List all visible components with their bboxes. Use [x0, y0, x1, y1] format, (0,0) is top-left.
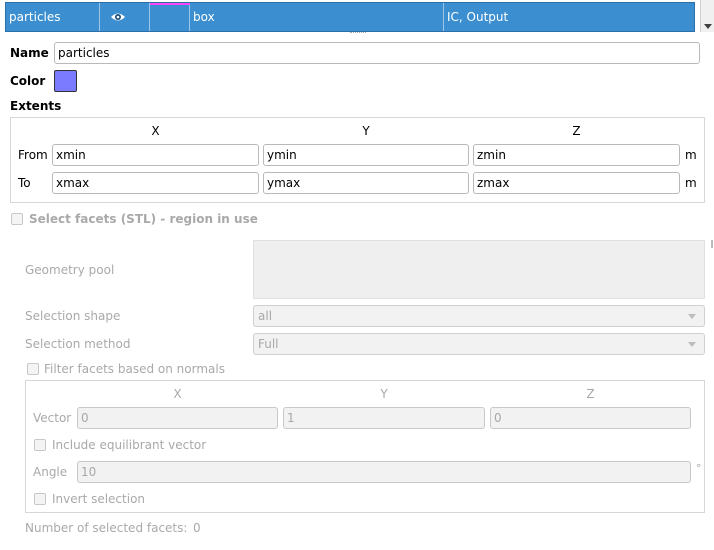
normal-axis-x-header: X: [173, 387, 182, 401]
normal-axis-z-header: Z: [586, 387, 595, 401]
chevron-down-icon: [688, 342, 696, 347]
to-label: To: [18, 176, 31, 190]
axis-z-header: Z: [572, 124, 581, 138]
selection-shape-combo[interactable]: all: [253, 305, 705, 327]
from-y-input[interactable]: ymin: [263, 144, 469, 166]
selection-method-value: Full: [258, 337, 279, 351]
from-label: From: [18, 148, 48, 162]
select-facets-label: Select facets (STL) - region in use: [29, 212, 258, 226]
row-color-swatch: [150, 3, 190, 5]
extents-label: Extents: [10, 99, 62, 113]
vector-label: Vector: [33, 411, 72, 425]
from-x-input[interactable]: xmin: [52, 144, 259, 166]
row-shape-cell[interactable]: box: [190, 3, 444, 31]
scroll-down-arrow-icon[interactable]: [704, 24, 712, 29]
row-visibility-cell[interactable]: [100, 3, 150, 31]
angle-label: Angle: [33, 465, 68, 479]
invert-selection-checkbox[interactable]: [34, 493, 46, 505]
color-label: Color: [10, 74, 46, 88]
axis-y-header: Y: [362, 124, 370, 138]
selection-method-combo[interactable]: Full: [253, 333, 705, 355]
to-x-input[interactable]: xmax: [52, 172, 259, 194]
facet-count-value: 0: [193, 521, 201, 535]
filter-normals-checkbox[interactable]: [27, 363, 39, 375]
name-input[interactable]: particles: [54, 42, 700, 64]
geometry-pool-label: Geometry pool: [25, 263, 115, 277]
selection-shape-label: Selection shape: [25, 309, 121, 323]
normal-axis-y-header: Y: [380, 387, 388, 401]
axis-x-header: X: [151, 124, 160, 138]
select-facets-checkbox[interactable]: [11, 213, 23, 225]
angle-unit: °: [696, 462, 702, 475]
vector-y-input[interactable]: 1: [283, 407, 485, 429]
to-unit: m: [685, 176, 697, 190]
row-name-cell[interactable]: particles: [6, 3, 100, 31]
splitter-handle[interactable]: [350, 32, 366, 36]
color-button[interactable]: [54, 70, 77, 92]
invert-selection-label: Invert selection: [52, 492, 146, 506]
angle-input[interactable]: 10: [77, 461, 691, 483]
scroll-grip[interactable]: [711, 240, 713, 248]
table-scrollbar[interactable]: [700, 0, 714, 32]
selection-method-label: Selection method: [25, 337, 131, 351]
from-z-input[interactable]: zmin: [473, 144, 680, 166]
selection-shape-value: all: [258, 309, 273, 323]
geometry-pool-list[interactable]: [253, 240, 705, 299]
equilibrant-checkbox[interactable]: [34, 439, 46, 451]
equilibrant-label: Include equilibrant vector: [52, 438, 207, 452]
name-label: Name: [10, 46, 49, 60]
region-table-row[interactable]: particles box IC, Output: [5, 2, 695, 32]
filter-normals-label: Filter facets based on normals: [44, 362, 225, 376]
vector-x-input[interactable]: 0: [77, 407, 278, 429]
to-y-input[interactable]: ymax: [263, 172, 469, 194]
eye-icon[interactable]: [110, 11, 126, 23]
from-unit: m: [685, 148, 697, 162]
facet-count-label: Number of selected facets:: [25, 521, 188, 535]
panel-scrollbar[interactable]: [710, 35, 714, 550]
vector-z-input[interactable]: 0: [490, 407, 691, 429]
chevron-down-icon: [688, 314, 696, 319]
row-color-cell[interactable]: [150, 3, 190, 31]
to-z-input[interactable]: zmax: [473, 172, 680, 194]
row-usage-cell[interactable]: IC, Output: [444, 3, 694, 31]
